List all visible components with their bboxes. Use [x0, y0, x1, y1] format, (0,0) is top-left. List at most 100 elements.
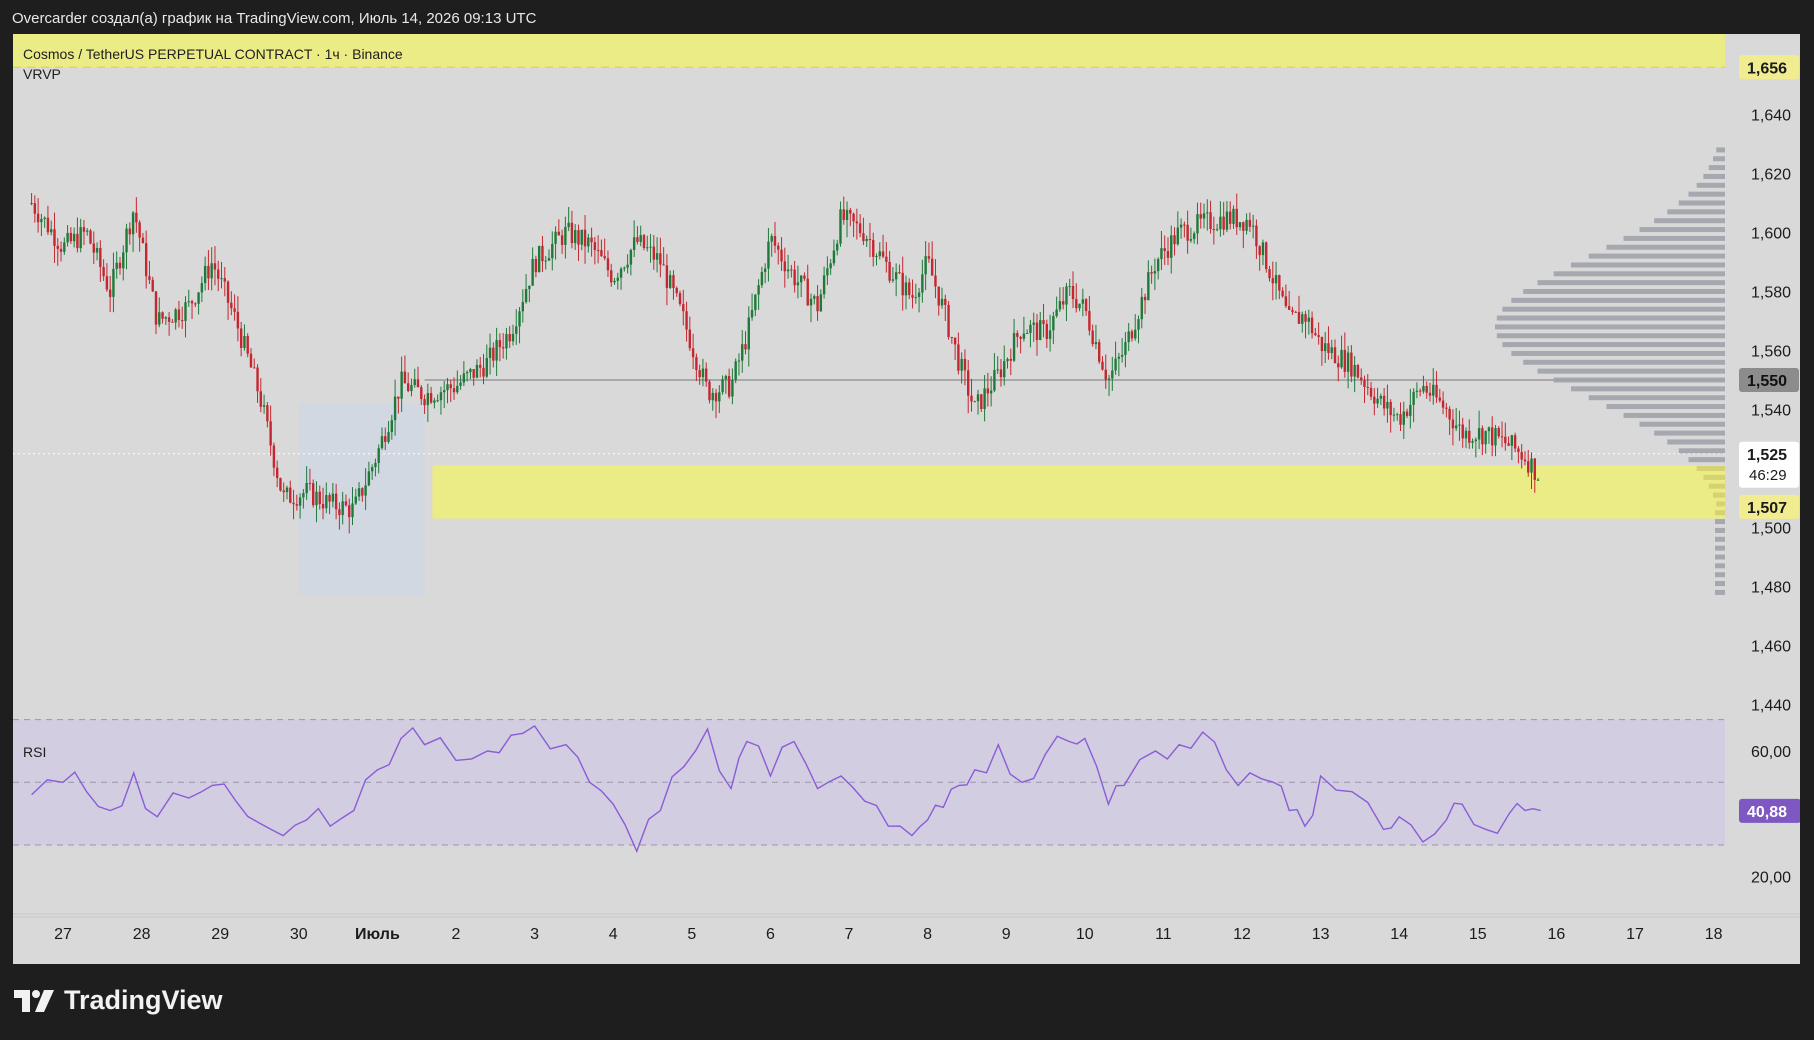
candle-body[interactable]	[374, 462, 377, 468]
candle-body[interactable]	[72, 233, 76, 242]
candle-body[interactable]	[921, 274, 924, 293]
candle-body[interactable]	[148, 276, 151, 280]
candle-body[interactable]	[662, 264, 665, 266]
candle-body[interactable]	[259, 391, 263, 407]
candle-body[interactable]	[1287, 306, 1291, 310]
candle-body[interactable]	[1507, 443, 1510, 446]
candle-body[interactable]	[1022, 333, 1026, 339]
candle-body[interactable]	[1418, 390, 1422, 392]
candle-body[interactable]	[30, 203, 33, 204]
candle-body[interactable]	[1134, 329, 1137, 339]
candle-body[interactable]	[161, 312, 164, 319]
candle-body[interactable]	[1477, 428, 1481, 440]
candle-body[interactable]	[334, 493, 338, 510]
candle-body[interactable]	[479, 364, 482, 368]
candle-body[interactable]	[1078, 303, 1081, 309]
candle-body[interactable]	[406, 383, 410, 392]
candle-body[interactable]	[1019, 336, 1022, 339]
candle-body[interactable]	[1425, 386, 1428, 393]
candle-body[interactable]	[534, 258, 538, 273]
candle-body[interactable]	[43, 217, 46, 219]
candle-body[interactable]	[1160, 248, 1163, 260]
candle-body[interactable]	[1009, 358, 1012, 361]
candle-body[interactable]	[236, 311, 240, 329]
candle-body[interactable]	[855, 221, 859, 224]
candle-body[interactable]	[908, 282, 911, 296]
candle-body[interactable]	[655, 253, 659, 260]
candle-body[interactable]	[1176, 227, 1180, 245]
vrvp-label[interactable]: VRVP	[23, 64, 403, 84]
candle-body[interactable]	[92, 243, 95, 253]
candle-body[interactable]	[305, 482, 308, 494]
candle-body[interactable]	[1428, 392, 1432, 396]
candle-body[interactable]	[485, 358, 488, 377]
candle-body[interactable]	[213, 263, 217, 270]
candle-body[interactable]	[587, 237, 590, 247]
candle-body[interactable]	[364, 485, 367, 496]
candle-body[interactable]	[1353, 365, 1356, 377]
candle-body[interactable]	[852, 213, 855, 222]
candle-body[interactable]	[86, 230, 89, 232]
candle-body[interactable]	[1464, 430, 1468, 439]
candle-body[interactable]	[181, 320, 184, 322]
candle-body[interactable]	[63, 242, 66, 252]
candle-body[interactable]	[1140, 296, 1143, 320]
candle-body[interactable]	[1307, 317, 1311, 322]
candle-body[interactable]	[672, 275, 675, 289]
candle-body[interactable]	[197, 292, 200, 304]
candle-body[interactable]	[1281, 290, 1284, 297]
candle-body[interactable]	[957, 344, 960, 371]
candle-body[interactable]	[1222, 216, 1225, 230]
candle-body[interactable]	[557, 231, 561, 236]
candle-body[interactable]	[570, 222, 574, 244]
candle-body[interactable]	[583, 229, 587, 247]
candle-body[interactable]	[475, 364, 479, 378]
candle-body[interactable]	[1248, 219, 1252, 227]
candle-body[interactable]	[328, 495, 331, 502]
candle-body[interactable]	[141, 237, 145, 244]
candle-body[interactable]	[986, 388, 990, 394]
candle-body[interactable]	[266, 405, 269, 422]
candle-body[interactable]	[708, 381, 711, 401]
candle-body[interactable]	[1432, 384, 1435, 396]
candle-body[interactable]	[1084, 299, 1088, 312]
candle-body[interactable]	[685, 311, 688, 330]
candle-body[interactable]	[482, 367, 485, 377]
candle-body[interactable]	[472, 369, 475, 378]
candle-body[interactable]	[1124, 342, 1127, 355]
candle-body[interactable]	[875, 256, 878, 258]
candle-body[interactable]	[226, 281, 230, 303]
candle-body[interactable]	[79, 227, 82, 249]
candle-body[interactable]	[610, 270, 613, 283]
candle-body[interactable]	[996, 369, 999, 371]
candle-body[interactable]	[433, 400, 436, 403]
candle-body[interactable]	[1454, 425, 1458, 429]
candle-body[interactable]	[924, 256, 927, 275]
candle-body[interactable]	[1012, 333, 1016, 361]
candle-body[interactable]	[115, 262, 118, 269]
candle-body[interactable]	[894, 272, 898, 280]
candle-body[interactable]	[1035, 322, 1039, 340]
candle-body[interactable]	[416, 379, 420, 388]
candle-body[interactable]	[865, 238, 868, 242]
candle-body[interactable]	[521, 302, 525, 312]
candle-body[interactable]	[544, 260, 547, 262]
candle-body[interactable]	[659, 253, 662, 265]
candle-body[interactable]	[1461, 424, 1464, 439]
candle-body[interactable]	[606, 258, 610, 271]
candle-body[interactable]	[230, 302, 233, 309]
candle-body[interactable]	[632, 237, 636, 250]
candle-body[interactable]	[456, 385, 459, 393]
candle-body[interactable]	[1402, 411, 1405, 425]
candle-body[interactable]	[1350, 352, 1353, 377]
candle-body[interactable]	[983, 388, 986, 410]
candle-body[interactable]	[1405, 411, 1409, 417]
candle-body[interactable]	[1068, 286, 1071, 288]
candle-body[interactable]	[357, 488, 361, 497]
candle-body[interactable]	[1052, 315, 1055, 331]
candle-body[interactable]	[384, 436, 387, 442]
candle-body[interactable]	[826, 268, 829, 276]
candle-body[interactable]	[786, 269, 790, 272]
candle-body[interactable]	[898, 272, 901, 274]
candle-body[interactable]	[963, 358, 967, 371]
